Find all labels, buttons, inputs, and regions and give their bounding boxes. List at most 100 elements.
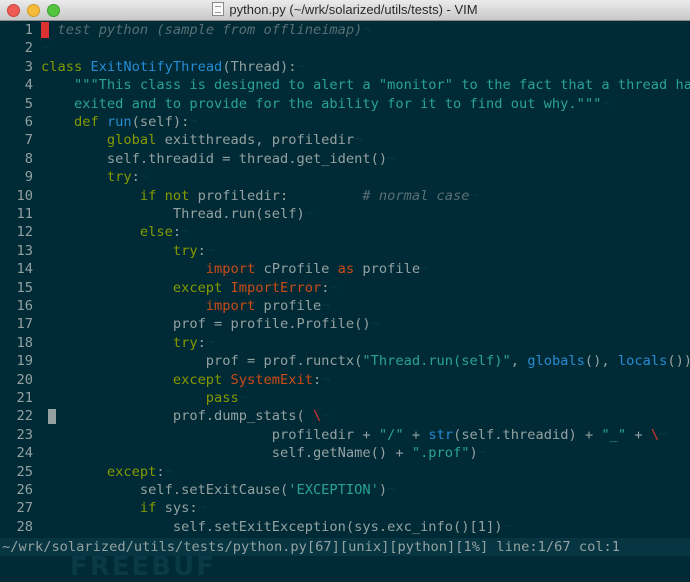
line-text: except:¬ [41, 463, 173, 481]
code-line: 7 global exitthreads, profiledir¬ [0, 131, 690, 149]
code-line: 21 pass¬ [0, 389, 690, 407]
code-token: ¬ [659, 426, 668, 443]
code-line: 10 if not profiledir: # normal case¬ [0, 187, 690, 205]
code-token: prof = profile.Profile() [41, 316, 371, 333]
code-line: 17 prof = profile.Profile()¬ [0, 315, 690, 333]
line-number: 7 [24, 132, 33, 149]
line-number: 24 [16, 445, 33, 462]
line-text: self.setExitCause('EXCEPTION')¬ [41, 481, 396, 499]
code-token: cProfile [263, 261, 338, 278]
line-text: try:¬ [41, 334, 214, 352]
line-text: # test python (sample from offlineimap)¬ [41, 21, 371, 39]
code-token: class [41, 58, 91, 75]
code-token: run [106, 114, 132, 130]
code-line: 19 prof = prof.runctx("Thread.run(self)"… [0, 352, 690, 370]
code-token: def [41, 114, 107, 130]
line-text: except SystemExit:¬ [41, 371, 330, 389]
code-token: ImportError [230, 279, 322, 296]
line-number: 18 [16, 334, 33, 351]
line-number: 17 [16, 316, 33, 333]
line-number: 13 [16, 242, 33, 259]
code-token: : [156, 463, 165, 480]
code-token: ¬ [370, 316, 379, 333]
code-line: 16 import profile¬ [0, 297, 690, 315]
code-token: : [312, 371, 322, 388]
line-number: 15 [16, 279, 33, 296]
line-number: 23 [16, 426, 33, 443]
code-token: SystemExit [230, 371, 313, 388]
code-token: ¬ [321, 298, 330, 314]
sign-column-marker [48, 409, 56, 425]
line-number: 3 [24, 58, 33, 75]
code-token: test python (sample from offlineimap) [49, 22, 363, 38]
code-token: ¬ [181, 224, 190, 241]
code-token: : [197, 334, 206, 351]
code-token: else [41, 224, 173, 241]
line-text: try:¬ [41, 168, 148, 186]
line-text: class ExitNotifyThread(Thread):¬ [41, 58, 305, 76]
line-text: profiledir + "/" + str(self.threadid) + … [41, 426, 668, 444]
code-token: profile [362, 261, 421, 278]
code-line: 1 # test python (sample from offlineimap)… [0, 21, 690, 39]
line-text: Thread.run(self)¬ [41, 205, 313, 223]
code-token: : [172, 224, 182, 241]
code-line: 24 self.getName() + ".prof")¬ [0, 444, 690, 462]
code-token: ExitNotifyThread [90, 58, 223, 75]
code-token: \ [312, 408, 322, 425]
line-text: self.getName() + ".prof")¬ [41, 444, 486, 462]
code-token: profiledir: [197, 187, 363, 204]
title-bar: python.py (~/wrk/solarized/utils/tests) … [0, 0, 690, 21]
code-token: : [197, 242, 206, 259]
window-title-text: python.py (~/wrk/solarized/utils/tests) … [229, 2, 478, 17]
code-line: 27 if sys:¬ [0, 499, 690, 517]
code-token: (Thread): [222, 58, 297, 75]
code-line: 3 class ExitNotifyThread(Thread):¬ [0, 58, 690, 76]
line-number: 19 [16, 353, 33, 370]
code-line: 6 def run(self):¬ [0, 113, 690, 131]
code-token: import [41, 298, 264, 314]
code-token: ¬ [164, 463, 173, 480]
watermark: FREEBUF [70, 552, 216, 582]
code-token: Thread.run(self) [41, 206, 305, 222]
line-number: 27 [16, 500, 33, 517]
line-text: ¬ [41, 39, 49, 57]
code-token: ¬ [197, 500, 206, 517]
code-line: 15 except ImportError:¬ [0, 279, 690, 297]
line-number: 6 [24, 114, 33, 130]
line-number: 5 [24, 95, 33, 112]
code-token: prof = prof.runctx( [41, 353, 363, 370]
code-line: 2 ¬ [0, 39, 690, 57]
line-number: 11 [16, 206, 33, 222]
code-line: 26 self.setExitCause('EXCEPTION')¬ [0, 481, 690, 499]
code-line: 5 exited and to provide for the ability … [0, 95, 690, 113]
code-token: ¬ [329, 279, 338, 296]
code-token: locals [617, 353, 668, 370]
code-token: ¬ [304, 206, 313, 222]
code-token: ¬ [362, 22, 371, 38]
line-number: 22 [16, 408, 33, 425]
code-token: ¬ [321, 371, 330, 388]
code-token: ".prof" [411, 445, 470, 462]
code-line: 8 self.threadid = thread.get_ident()¬ [0, 150, 690, 168]
code-token: ¬ [354, 132, 363, 149]
code-token: ¬ [387, 150, 396, 167]
code-token: : [131, 169, 140, 186]
document-icon [212, 2, 225, 16]
line-text: exited and to provide for the ability fo… [41, 95, 610, 113]
line-number: 26 [16, 482, 33, 498]
code-token: ¬ [321, 408, 330, 425]
code-token: exited and to provide for the ability fo… [41, 95, 602, 112]
line-text: try:¬ [41, 242, 214, 260]
code-token: profiledir + [41, 426, 379, 443]
code-token: except [41, 279, 231, 296]
code-token: ¬ [205, 334, 215, 351]
code-line: 25 except:¬ [0, 463, 690, 481]
code-line: 4 """This class is designed to alert a "… [0, 76, 690, 94]
code-token: ¬ [469, 187, 478, 204]
window-title: python.py (~/wrk/solarized/utils/tests) … [0, 2, 690, 17]
code-token: sys: [164, 500, 198, 517]
code-line: 11 Thread.run(self)¬ [0, 205, 690, 223]
editor-buffer[interactable]: 1 # test python (sample from offlineimap)… [0, 21, 690, 538]
line-text: else:¬ [41, 223, 189, 241]
code-token: pass [41, 390, 239, 406]
